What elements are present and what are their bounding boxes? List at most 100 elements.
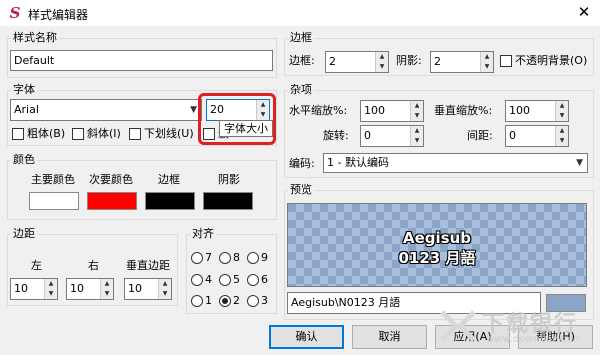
outline-width-value: 2 bbox=[329, 55, 336, 68]
primary-color-label: 主要颜色 bbox=[31, 173, 75, 186]
spacing-value: 0 bbox=[509, 129, 516, 142]
underline-checkbox[interactable] bbox=[129, 128, 141, 140]
scale-x-spin-buttons[interactable]: ▲ ▼ bbox=[410, 101, 423, 121]
align-label-3: 3 bbox=[261, 294, 268, 307]
rotation-value: 0 bbox=[364, 129, 371, 142]
shadow-color-swatch[interactable] bbox=[203, 192, 253, 210]
align-radio-2[interactable] bbox=[219, 295, 231, 307]
font-group-label: 字体 bbox=[11, 83, 37, 96]
align-label-8: 8 bbox=[233, 251, 240, 264]
align-label-5: 5 bbox=[233, 273, 240, 286]
align-label-9: 9 bbox=[261, 251, 268, 264]
rotation-spin-buttons[interactable]: ▲ ▼ bbox=[410, 126, 423, 146]
app-icon: S bbox=[9, 4, 21, 22]
margin-vertical-label: 垂直边距 bbox=[126, 259, 170, 272]
margin-right-value: 10 bbox=[70, 282, 84, 295]
outline-width-spinner[interactable]: 2 ▲ ▼ bbox=[325, 51, 389, 73]
encoding-value: 1 - 默认编码 bbox=[327, 156, 389, 169]
scale-y-spin-buttons[interactable]: ▲ ▼ bbox=[555, 101, 568, 121]
bold-label: 粗体(B) bbox=[27, 127, 66, 140]
align-label-1: 1 bbox=[205, 294, 212, 307]
align-label-4: 4 bbox=[205, 273, 212, 286]
margin-right-spinner[interactable]: 10 ▲ ▼ bbox=[66, 278, 114, 300]
chevron-down-icon: ▼ bbox=[576, 158, 583, 168]
colors-group bbox=[7, 160, 277, 220]
font-family-value: Arial bbox=[14, 103, 39, 116]
margin-right-spin-buttons[interactable]: ▲ ▼ bbox=[100, 279, 113, 299]
watermark: 下载银行 www.downbank.cn bbox=[430, 300, 600, 355]
window-title: 样式编辑器 bbox=[28, 8, 89, 22]
align-label-2: 2 bbox=[233, 294, 240, 307]
secondary-color-label: 次要颜色 bbox=[89, 173, 133, 186]
align-radio-8[interactable] bbox=[219, 252, 231, 264]
margin-left-label: 左 bbox=[31, 259, 42, 272]
outline-width-spin-buttons[interactable]: ▲ ▼ bbox=[375, 52, 388, 72]
underline-label: 下划线(U) bbox=[144, 127, 194, 140]
spacing-spinner[interactable]: 0 ▲ ▼ bbox=[505, 125, 569, 147]
rotation-spinner[interactable]: 0 ▲ ▼ bbox=[360, 125, 424, 147]
spacing-spin-buttons[interactable]: ▲ ▼ bbox=[555, 126, 568, 146]
watermark-subtext: www.downbank.cn bbox=[486, 334, 580, 345]
italic-label: 斜体(I) bbox=[87, 127, 121, 140]
margin-left-spin-buttons[interactable]: ▲ ▼ bbox=[44, 279, 57, 299]
highlight-box bbox=[198, 93, 276, 145]
close-icon[interactable]: ✕ bbox=[574, 2, 594, 22]
align-label-6: 6 bbox=[261, 273, 268, 286]
chevron-down-icon: ▼ bbox=[190, 105, 197, 115]
shadow-color-label: 阴影 bbox=[218, 173, 240, 186]
encoding-label: 编码: bbox=[289, 157, 315, 170]
scale-x-label: 水平缩放%: bbox=[289, 104, 348, 117]
cancel-button[interactable]: 取消 bbox=[352, 325, 427, 349]
opaque-box-checkbox[interactable] bbox=[500, 55, 512, 67]
primary-color-swatch[interactable] bbox=[29, 192, 79, 210]
scale-y-value: 100 bbox=[509, 104, 530, 117]
margin-vertical-spinner[interactable]: 10 ▲ ▼ bbox=[124, 278, 172, 300]
preview-line-1: Aegisub bbox=[402, 229, 471, 247]
italic-checkbox[interactable] bbox=[72, 128, 84, 140]
margins-group-label: 边距 bbox=[11, 227, 37, 240]
preview-canvas: Aegisub 0123 月語 bbox=[287, 203, 587, 287]
rotation-label: 旋转: bbox=[323, 129, 349, 142]
style-name-input[interactable]: Default bbox=[10, 50, 273, 71]
scale-y-spinner[interactable]: 100 ▲ ▼ bbox=[505, 100, 569, 122]
align-radio-1[interactable] bbox=[191, 295, 203, 307]
bold-checkbox[interactable] bbox=[12, 128, 24, 140]
colors-group-label: 颜色 bbox=[11, 153, 37, 166]
outline-color-swatch[interactable] bbox=[145, 192, 195, 210]
margin-left-spinner[interactable]: 10 ▲ ▼ bbox=[10, 278, 58, 300]
ok-button[interactable]: 确认 bbox=[269, 325, 344, 349]
align-radio-9[interactable] bbox=[247, 252, 259, 264]
margin-right-label: 右 bbox=[88, 259, 99, 272]
margin-vertical-spin-buttons[interactable]: ▲ ▼ bbox=[158, 279, 171, 299]
shadow-width-spinner[interactable]: 2 ▲ ▼ bbox=[430, 51, 494, 73]
margin-left-value: 10 bbox=[14, 282, 28, 295]
title-bar bbox=[0, 0, 600, 26]
border-group-label: 边框 bbox=[288, 31, 314, 44]
secondary-color-swatch[interactable] bbox=[87, 192, 137, 210]
align-radio-6[interactable] bbox=[247, 274, 259, 286]
scale-y-label: 垂直缩放%: bbox=[434, 104, 493, 117]
alignment-group-label: 对齐 bbox=[190, 227, 216, 240]
shadow-width-spin-buttons[interactable]: ▲ ▼ bbox=[480, 52, 493, 72]
spacing-label: 间距: bbox=[467, 129, 493, 142]
watermark-logo-icon bbox=[440, 310, 476, 342]
align-radio-3[interactable] bbox=[247, 295, 259, 307]
margin-vertical-value: 10 bbox=[128, 282, 142, 295]
outline-width-label: 边框: bbox=[289, 54, 315, 67]
opaque-box-label: 不透明背景(O) bbox=[515, 54, 588, 67]
outline-color-label: 边框 bbox=[158, 173, 180, 186]
scale-x-spinner[interactable]: 100 ▲ ▼ bbox=[360, 100, 424, 122]
align-radio-4[interactable] bbox=[191, 274, 203, 286]
align-radio-7[interactable] bbox=[191, 252, 203, 264]
font-family-dropdown[interactable]: Arial ▼ bbox=[10, 99, 202, 121]
shadow-width-label: 阴影: bbox=[396, 54, 422, 67]
shadow-width-value: 2 bbox=[434, 55, 441, 68]
misc-group-label: 杂项 bbox=[288, 83, 314, 96]
encoding-dropdown[interactable]: 1 - 默认编码 ▼ bbox=[323, 153, 588, 173]
align-radio-5[interactable] bbox=[219, 274, 231, 286]
style-name-label: 样式名称 bbox=[11, 31, 59, 44]
preview-line-2: 0123 月語 bbox=[398, 249, 476, 267]
preview-group-label: 预览 bbox=[288, 183, 314, 196]
scale-x-value: 100 bbox=[364, 104, 385, 117]
align-label-7: 7 bbox=[205, 251, 212, 264]
